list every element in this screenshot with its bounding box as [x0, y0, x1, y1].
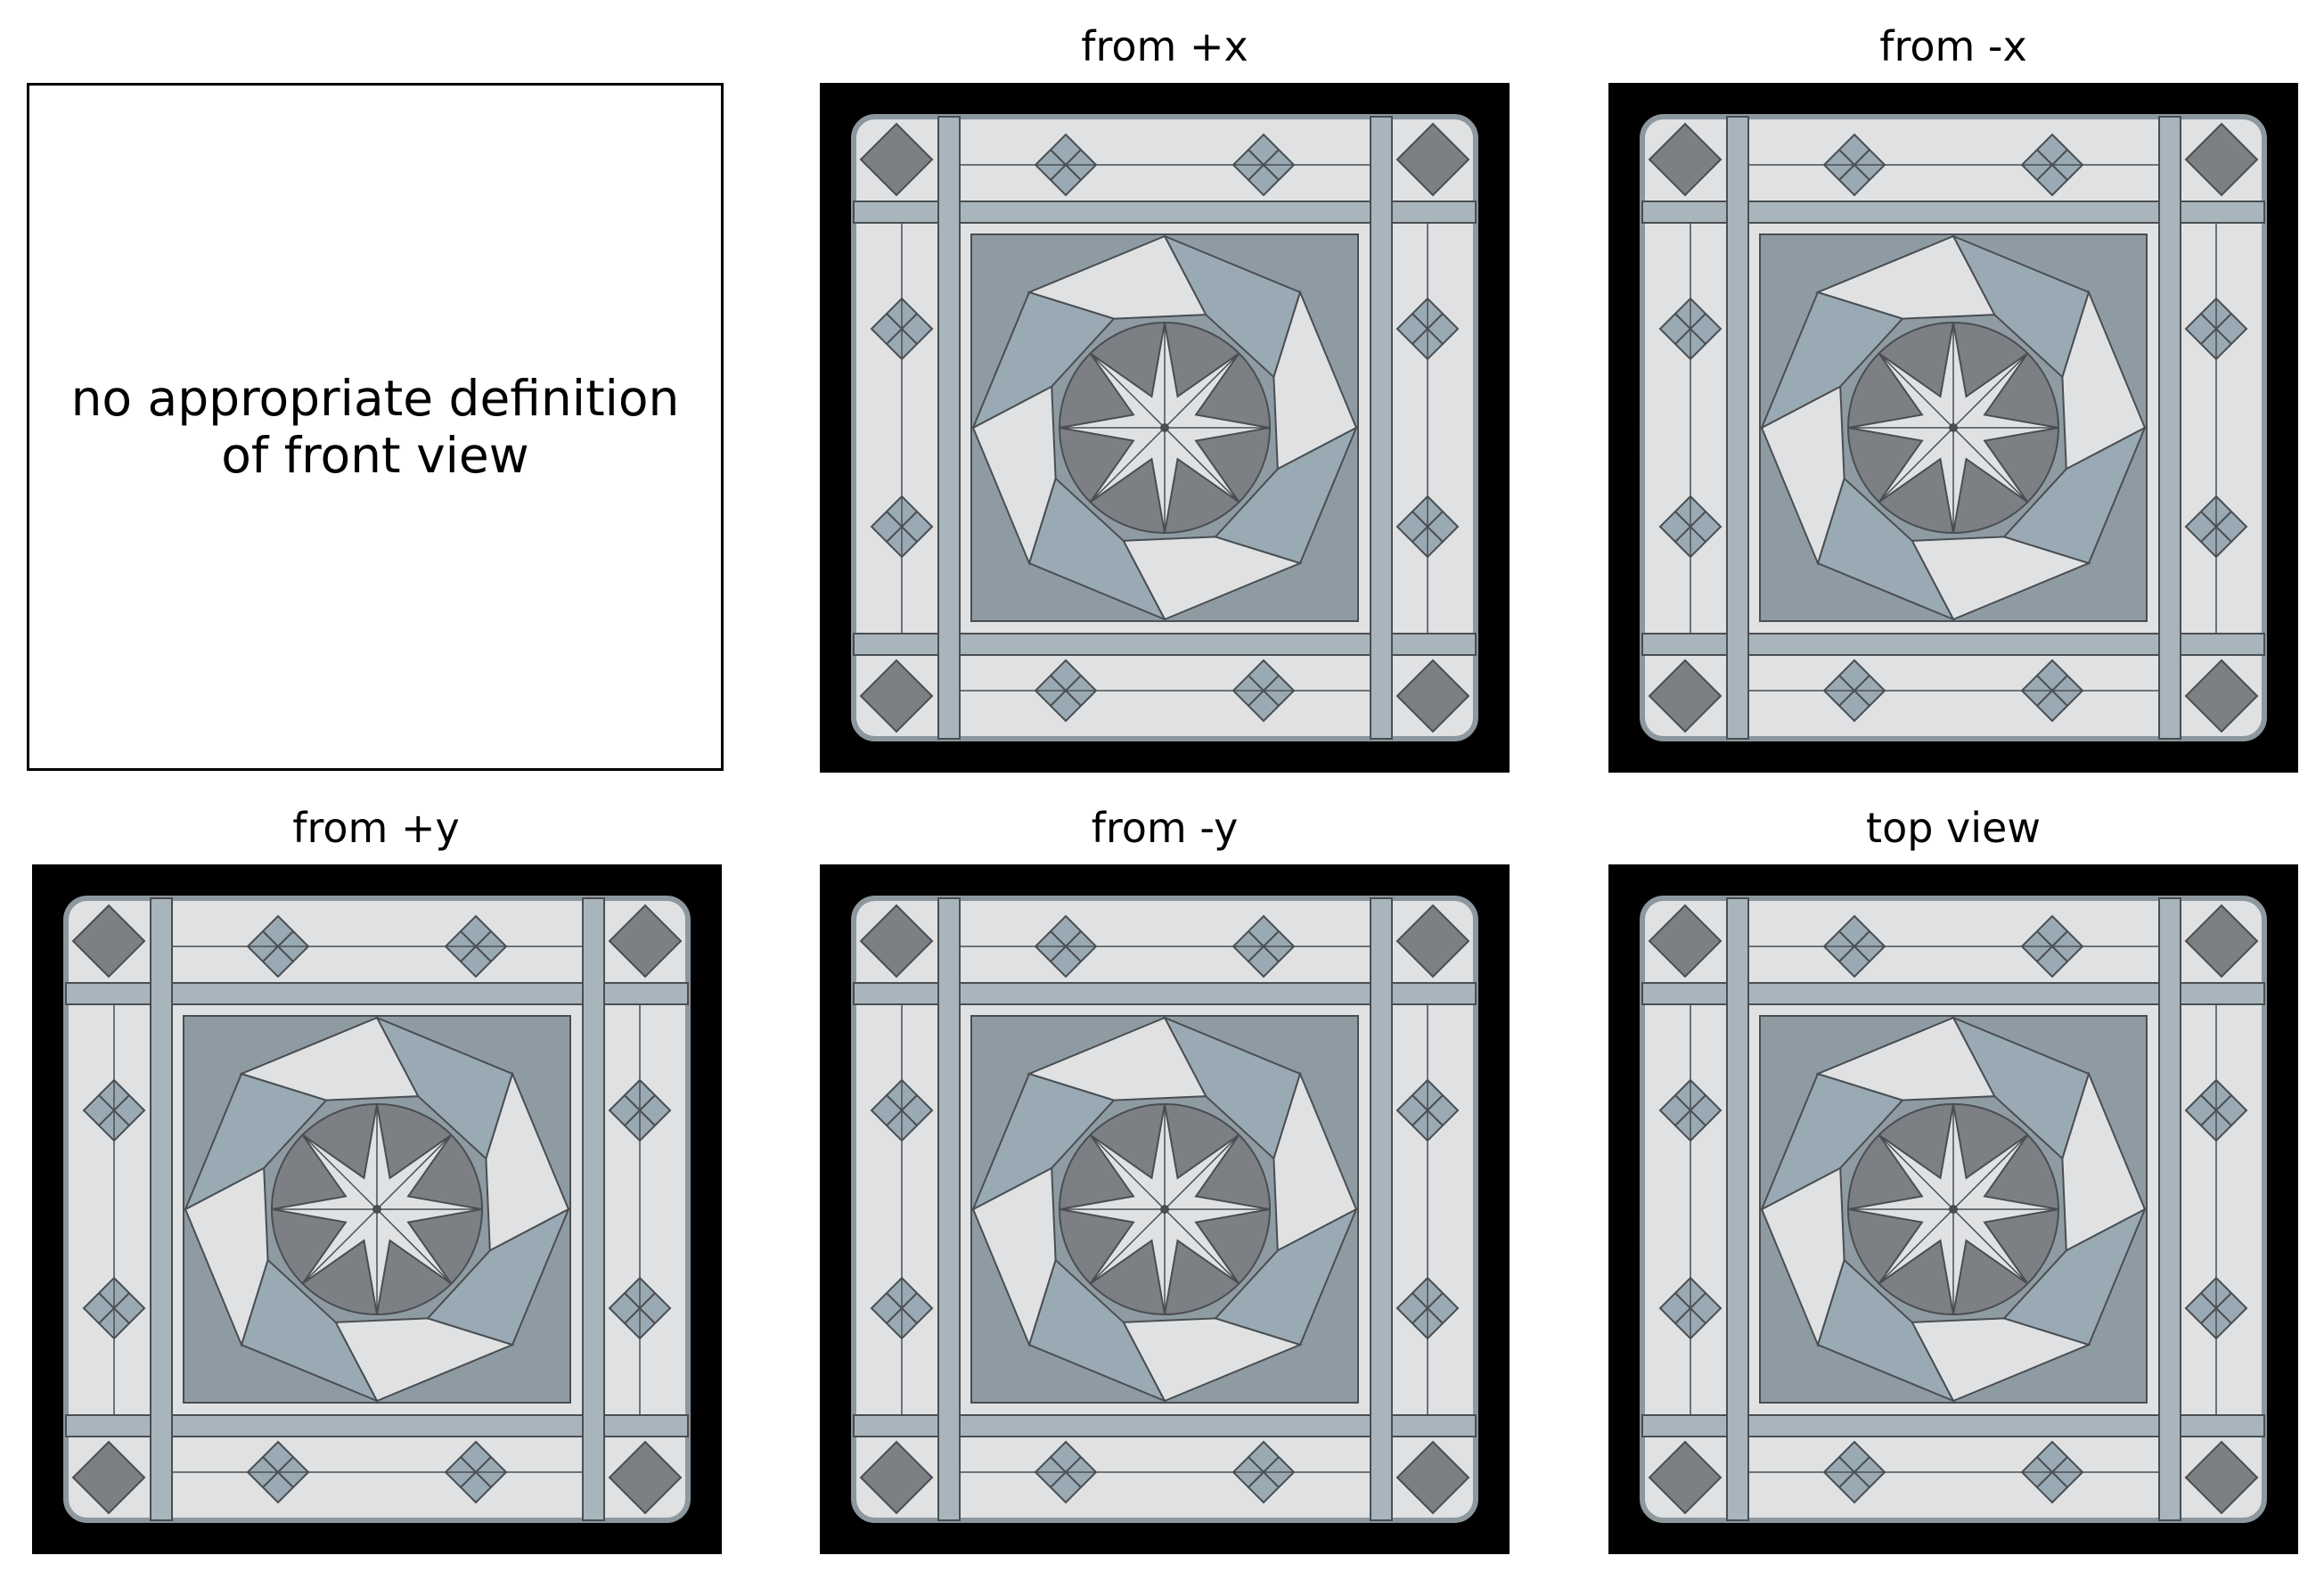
- front-view-message: no appropriate definition of front view: [70, 370, 680, 484]
- view-title-from-minus-x: from -x: [1879, 22, 2027, 70]
- tile-render-image: [1640, 896, 2267, 1523]
- render-from-plus-x: [820, 83, 1510, 773]
- tile-render-image: [851, 114, 1478, 741]
- front-view-placeholder: no appropriate definition of front view: [27, 83, 724, 771]
- tile-render-image: [851, 896, 1478, 1523]
- view-title-from-plus-y: from +y: [292, 804, 460, 852]
- render-from-minus-x: [1608, 83, 2298, 773]
- tile-render-image: [63, 896, 691, 1523]
- render-from-plus-y: [32, 864, 722, 1554]
- tile-render-image: [1640, 114, 2267, 741]
- render-from-minus-y: [820, 864, 1510, 1554]
- view-title-top-view: top view: [1866, 804, 2041, 852]
- view-title-from-plus-x: from +x: [1081, 22, 1248, 70]
- view-title-from-minus-y: from -y: [1091, 804, 1239, 852]
- render-top-view: [1608, 864, 2298, 1554]
